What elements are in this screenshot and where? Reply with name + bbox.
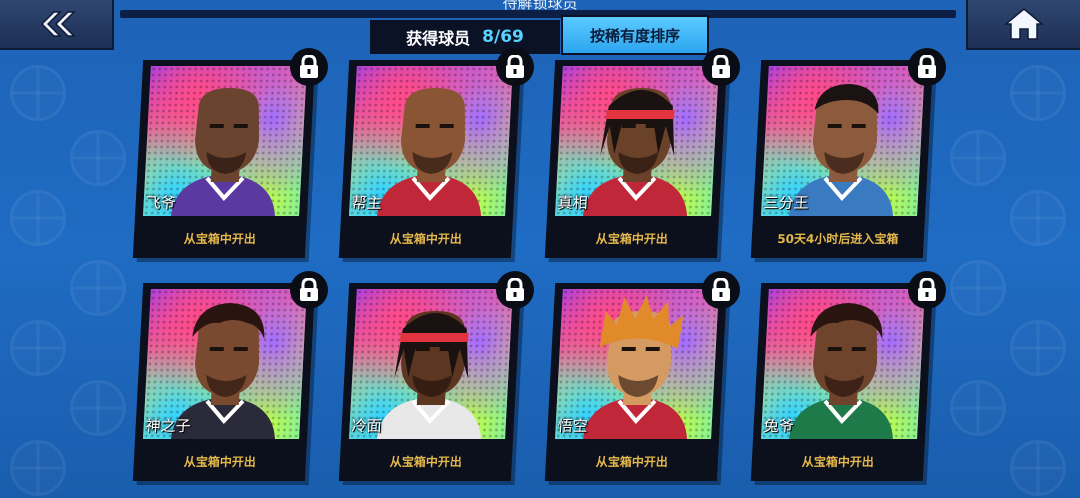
basketball-watermark [70, 260, 126, 316]
basketball-watermark [950, 260, 1006, 316]
basketball-watermark [1010, 190, 1066, 246]
lock-icon [908, 48, 946, 86]
basketball-watermark [10, 440, 66, 496]
lock-icon [496, 271, 534, 309]
card-frame: 三分王 50天4小时后进入宝箱 [750, 60, 934, 258]
unlock-condition: 从宝箱中开出 [183, 455, 257, 469]
lock-icon [290, 271, 328, 309]
collected-counter: 获得球员 8/69 [370, 20, 560, 54]
basketball-watermark [10, 190, 66, 246]
basketball-watermark [1010, 65, 1066, 121]
unlock-condition: 从宝箱中开出 [595, 232, 669, 246]
card-frame: 帮主从宝箱中开出 [338, 60, 522, 258]
unlock-condition: 从宝箱中开出 [801, 455, 875, 469]
lock-icon [702, 271, 740, 309]
collected-label: 获得球员 [406, 29, 471, 48]
player-name: 真相 [557, 194, 589, 212]
home-icon [1004, 8, 1044, 40]
page-title: 待解锁球员 [502, 0, 578, 12]
player-name: 帮主 [351, 194, 383, 212]
unlock-condition: 从宝箱中开出 [183, 232, 257, 246]
double-chevron-left-icon [40, 11, 76, 37]
basketball-watermark [10, 320, 66, 376]
unlock-condition: 50天4小时后进入宝箱 [776, 232, 899, 246]
player-card[interactable]: 三分王 50天4小时后进入宝箱 [750, 48, 946, 258]
sort-by-rarity-button[interactable]: 按稀有度排序 [561, 15, 709, 55]
player-card[interactable]: 飞爷从宝箱中开出 [132, 48, 328, 258]
player-name: 飞爷 [145, 194, 177, 212]
card-frame: 神之子从宝箱中开出 [132, 283, 316, 481]
player-card[interactable]: 冷面从宝箱中开出 [338, 271, 534, 481]
unlock-condition: 从宝箱中开出 [389, 232, 463, 246]
card-frame: 兔爷从宝箱中开出 [750, 283, 934, 481]
card-frame: 真相从宝箱中开出 [544, 60, 728, 258]
player-name: 悟空 [557, 417, 589, 435]
player-card[interactable]: 悟空从宝箱中开出 [544, 271, 740, 481]
basketball-watermark [1010, 440, 1066, 496]
player-name: 兔爷 [763, 417, 795, 435]
unlock-condition: 从宝箱中开出 [389, 455, 463, 469]
card-frame: 冷面从宝箱中开出 [338, 283, 522, 481]
unlock-condition: 从宝箱中开出 [595, 455, 669, 469]
home-button[interactable] [966, 0, 1080, 50]
lock-icon [702, 48, 740, 86]
player-card[interactable]: 神之子从宝箱中开出 [132, 271, 328, 481]
basketball-watermark [950, 380, 1006, 436]
player-card[interactable]: 帮主从宝箱中开出 [338, 48, 534, 258]
back-button[interactable] [0, 0, 114, 50]
player-name: 三分王 [763, 194, 810, 212]
collected-value: 8/69 [482, 27, 524, 47]
card-frame: 飞爷从宝箱中开出 [132, 60, 316, 258]
basketball-watermark [70, 380, 126, 436]
basketball-watermark [10, 65, 66, 121]
basketball-watermark [950, 130, 1006, 186]
lock-icon [290, 48, 328, 86]
player-name: 神之子 [145, 417, 192, 435]
player-name: 冷面 [351, 417, 383, 435]
card-frame: 悟空从宝箱中开出 [544, 283, 728, 481]
basketball-watermark [70, 130, 126, 186]
player-card[interactable]: 真相从宝箱中开出 [544, 48, 740, 258]
basketball-watermark [1010, 320, 1066, 376]
lock-icon [496, 48, 534, 86]
lock-icon [908, 271, 946, 309]
player-card[interactable]: 兔爷从宝箱中开出 [750, 271, 946, 481]
